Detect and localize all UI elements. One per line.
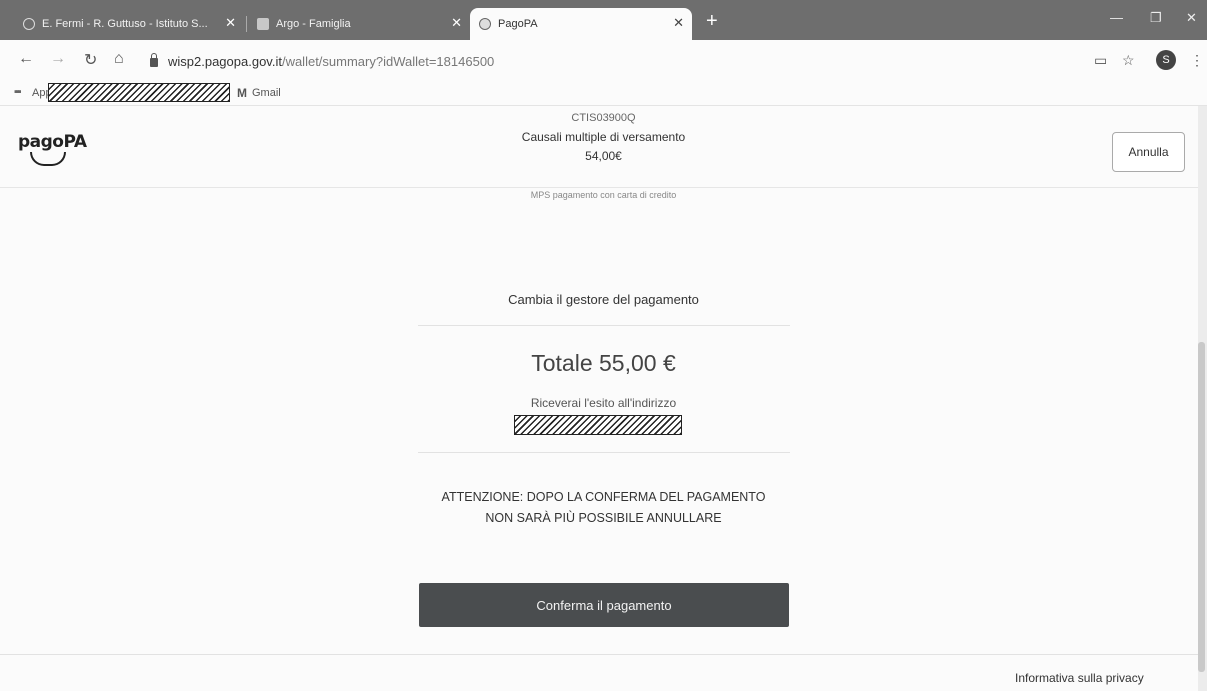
forward-icon[interactable]: → [50, 50, 66, 68]
payment-description: Causali multiple di versamento [521, 130, 686, 144]
menu-icon[interactable]: ⋮ [1190, 52, 1204, 69]
url-path: /wallet/summary?idWallet=18146500 [281, 53, 495, 69]
globe-icon [479, 18, 491, 30]
minimize-icon[interactable]: — [1110, 10, 1123, 25]
scrollbar[interactable] [1198, 106, 1207, 691]
close-icon[interactable]: ✕ [225, 15, 236, 31]
tab-title: PagoPA [498, 18, 538, 30]
payment-amount: 54,00€ [585, 149, 622, 163]
payment-summary: CTIS03900Q Causali multiple di versament… [0, 112, 1207, 163]
restore-icon[interactable]: ❐ [1150, 10, 1162, 26]
window-close-icon[interactable]: ✕ [1186, 10, 1197, 26]
redacted-email [514, 415, 682, 435]
back-icon[interactable]: ← [18, 50, 34, 68]
browser-toolbar: ← → ↻ ⌂ wisp2.pagopa.gov.it/wallet/summa… [0, 40, 1207, 80]
profile-avatar[interactable]: S [1156, 50, 1176, 70]
warning-line: NON SARÀ PIÙ POSSIBILE ANNULLARE [485, 511, 722, 525]
cancel-button[interactable]: Annulla [1112, 132, 1185, 172]
browser-tab-bar: E. Fermi - R. Guttuso - Istituto S... ✕ … [0, 0, 1207, 40]
tab-pagopa[interactable]: PagoPA ✕ [470, 8, 692, 40]
address-bar[interactable]: wisp2.pagopa.gov.it/wallet/summary?idWal… [150, 48, 1070, 74]
divider [418, 325, 790, 326]
argo-favicon-icon [257, 18, 269, 30]
close-icon[interactable]: ✕ [673, 15, 684, 31]
tab-title: Argo - Famiglia [276, 18, 351, 30]
privacy-link[interactable]: Informativa sulla privacy [1015, 671, 1144, 685]
url-host: wisp2.pagopa.gov.it [168, 53, 282, 69]
new-tab-icon[interactable]: + [706, 10, 718, 33]
school-code: CTIS03900Q [571, 112, 636, 124]
payment-confirmation: Cambia il gestore del pagamento Totale 5… [0, 200, 1207, 650]
gmail-icon: M [237, 86, 247, 100]
redacted-area [48, 83, 230, 102]
card-icon[interactable]: ▭ [1094, 52, 1107, 69]
page-header: pagoPA CTIS03900Q Causali multiple di ve… [0, 106, 1207, 188]
tab-title: E. Fermi - R. Guttuso - Istituto S... [42, 18, 208, 30]
payment-method-label: MPS pagamento con carta di credito [530, 190, 677, 200]
warning-message: ATTENZIONE: DOPO LA CONFERMA DEL PAGAMEN… [0, 487, 1207, 529]
tab-fermi[interactable]: E. Fermi - R. Guttuso - Istituto S... ✕ [14, 8, 244, 40]
reload-icon[interactable]: ↻ [84, 50, 97, 70]
globe-icon [23, 18, 35, 30]
receipt-email-label: Riceverai l'esito all'indirizzo [530, 396, 677, 410]
change-payment-manager-link[interactable]: Cambia il gestore del pagamento [0, 292, 1207, 307]
tab-argo[interactable]: Argo - Famiglia ✕ [248, 8, 470, 40]
tab-separator [246, 16, 247, 32]
bookmarks-bar: ▪▪▪ App M Gmail [0, 80, 1207, 106]
lock-icon [150, 52, 158, 67]
star-icon[interactable]: ☆ [1122, 52, 1135, 69]
divider [418, 452, 790, 453]
footer-divider [0, 654, 1200, 655]
confirm-payment-button[interactable]: Conferma il pagamento [419, 583, 789, 627]
close-icon[interactable]: ✕ [451, 15, 462, 31]
warning-line: ATTENZIONE: DOPO LA CONFERMA DEL PAGAMEN… [441, 490, 766, 504]
scrollbar-thumb[interactable] [1198, 342, 1205, 672]
home-icon[interactable]: ⌂ [114, 50, 124, 68]
bookmark-gmail[interactable]: Gmail [252, 87, 281, 99]
apps-grid-icon[interactable]: ▪▪▪ [14, 86, 22, 98]
total-amount: Totale 55,00 € [531, 350, 676, 376]
